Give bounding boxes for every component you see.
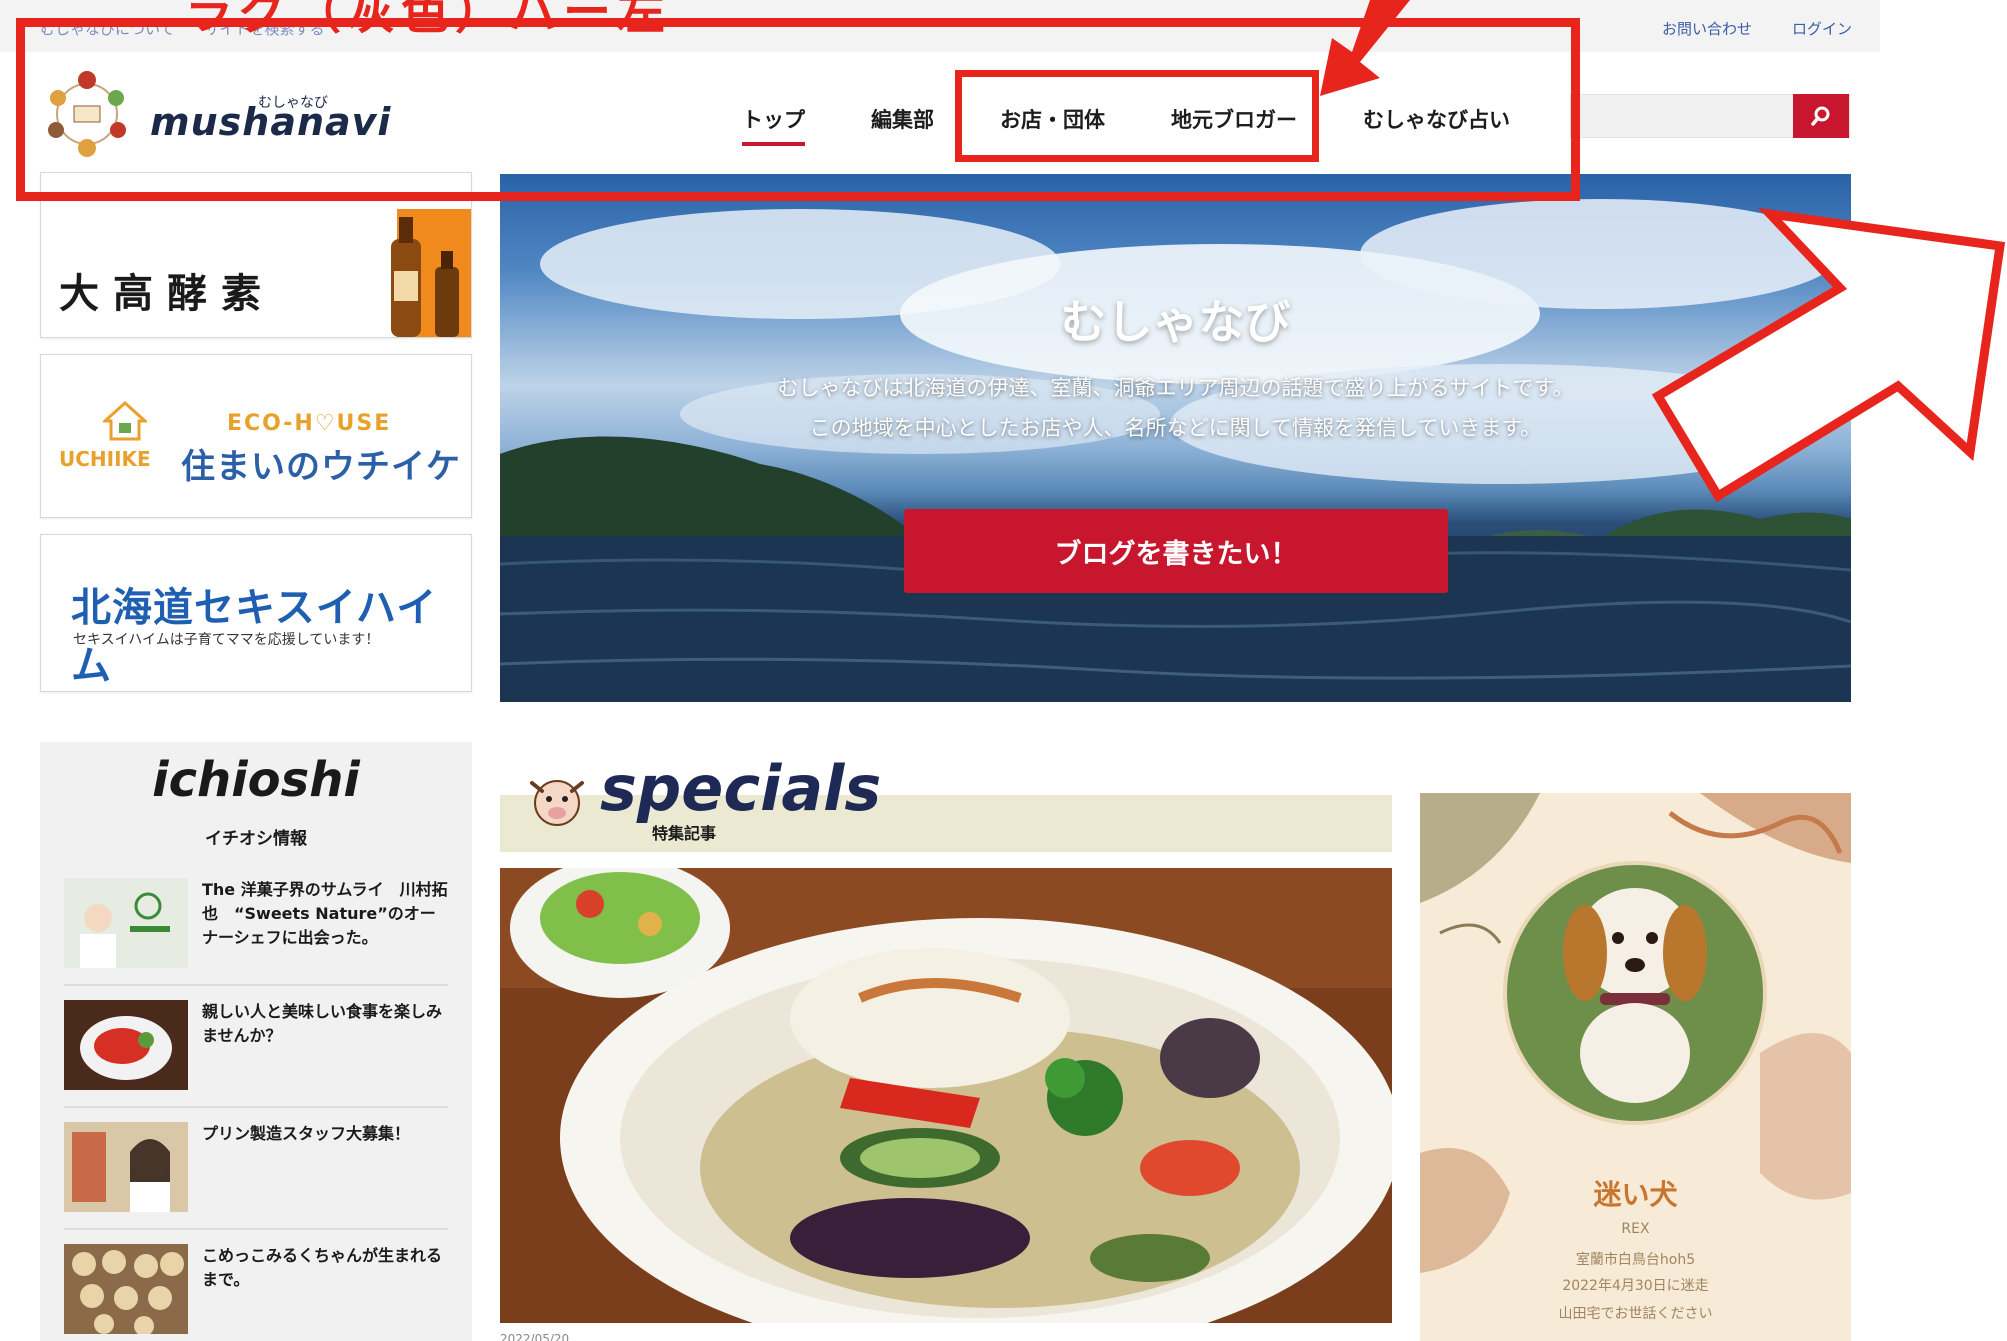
list-item[interactable]: 親しい人と美味しい食事を楽しみませんか？ [64, 986, 448, 1108]
logo-text[interactable]: mushanavi [150, 100, 391, 144]
nav-item-fortune[interactable]: むしゃなび占い [1363, 98, 1510, 140]
ad-banner-ootaka-kouso[interactable]: 大高酵素 [40, 172, 472, 338]
nav-item-editorial[interactable]: 編集部 [871, 98, 934, 140]
search-button[interactable] [1793, 94, 1849, 138]
contact-link[interactable]: お問い合わせ [1662, 18, 1752, 39]
house-icon [103, 401, 147, 441]
search-icon [1811, 106, 1830, 126]
ichioshi-list: The 洋菓子界のサムライ 川村拓也 “Sweets Nature”のオーナーシ… [64, 864, 448, 1341]
section-title: specials [600, 752, 882, 825]
hero-banner: むしゃなび むしゃなびは北海道の伊達、室蘭、洞爺エリア周辺の話題で盛り上がるサイ… [500, 174, 1851, 702]
bottle-icon [391, 209, 471, 337]
list-item[interactable]: The 洋菓子界のサムライ 川村拓也 “Sweets Nature”のオーナーシ… [64, 864, 448, 986]
article-thumbnail [64, 1122, 188, 1212]
nav-item-shops-groups[interactable]: お店・団体 [1000, 98, 1105, 140]
curry-photo [500, 868, 1392, 1323]
lost-dog-card[interactable]: 迷い犬 REX 室蘭市白鳥台hoh5 2022年4月30日に迷走 山田宅でお世話… [1420, 793, 1851, 1341]
ad-banner-eco: ECO-H♡USE [227, 411, 392, 436]
write-blog-button[interactable]: ブログを書きたい！ [904, 509, 1448, 593]
card-detail-line: 2022年4月30日に迷走 [1562, 1278, 1709, 1294]
card-title: 迷い犬 [1593, 1178, 1678, 1211]
article-thumbnail [64, 1000, 188, 1090]
hero-title: むしゃなび [1060, 295, 1291, 349]
nav-item-top[interactable]: トップ [742, 98, 805, 146]
list-item-text: The 洋菓子界のサムライ 川村拓也 “Sweets Nature”のオーナーシ… [202, 880, 448, 947]
specials-feature-image[interactable] [500, 868, 1392, 1323]
section-subtitle: 特集記事 [652, 824, 717, 843]
ad-banner-brand: UCHIIKE [59, 447, 151, 471]
main-nav: トップ 編集部 お店・団体 地元ブロガー むしゃなび占い [742, 98, 1510, 146]
card-detail-line: 室蘭市白鳥台hoh5 [1575, 1252, 1696, 1268]
hero-description-line: この地域を中心としたお店や人、名所などに関して情報を発信していきます。 [809, 416, 1542, 440]
nav-item-local-bloggers[interactable]: 地元ブロガー [1171, 98, 1297, 140]
ad-banner-text: 住まいのウチイケ [181, 447, 461, 487]
list-item-text: プリン製造スタッフ大募集！ [202, 1124, 411, 1143]
list-item[interactable]: プリン製造スタッフ大募集！ [64, 1108, 448, 1230]
list-item-text: こめっこみるくちゃんが生まれるまで。 [202, 1246, 443, 1289]
article-thumbnail [64, 878, 188, 968]
annotation-heading: ラグ（灰色）バー左 [185, 0, 672, 40]
login-link[interactable]: ログイン [1792, 18, 1852, 39]
hero-description-line: むしゃなびは北海道の伊達、室蘭、洞爺エリア周辺の話題で盛り上がるサイトです。 [777, 376, 1574, 400]
section-subtitle: イチオシ情報 [205, 829, 307, 849]
ad-banner-uchiike[interactable]: ECO-H♡USE UCHIIKE 住まいのウチイケ [40, 354, 472, 518]
section-title: ichioshi [152, 752, 360, 808]
page: むしゃなびについて サイトを検索する お問い合わせ ログイン ラグ（灰色）バー左… [0, 0, 2007, 1341]
top-utility-links: お問い合わせ ログイン [1662, 18, 1880, 39]
ad-banner-text: 大高酵素 [59, 270, 275, 317]
list-item-text: 親しい人と美味しい食事を楽しみませんか？ [202, 1002, 443, 1045]
ichioshi-section: ichioshi イチオシ情報 The 洋菓子界のサムライ 川村拓也 “Swee… [40, 742, 472, 1341]
card-detail-line: REX [1621, 1221, 1650, 1237]
cow-mascot-icon [530, 780, 584, 826]
card-detail-line: 山田宅でお世話ください [1558, 1306, 1713, 1322]
site-header: むしゃなび mushanavi トップ 編集部 お店・団体 地元ブロガー むしゃ… [0, 52, 1880, 177]
ad-banner-subtext: セキスイハイムは子育てママを応援しています！ [73, 632, 380, 648]
article-thumbnail [64, 1244, 188, 1334]
logo-illustration-icon[interactable] [44, 68, 130, 160]
list-item[interactable]: こめっこみるくちゃんが生まれるまで。 [64, 1230, 448, 1341]
specials-caption: 2022/05/20 [500, 1332, 570, 1341]
ad-banner-sekisui-heim[interactable]: 北海道セキスイハイム セキスイハイムは子育てママを応援しています！ [40, 534, 472, 692]
